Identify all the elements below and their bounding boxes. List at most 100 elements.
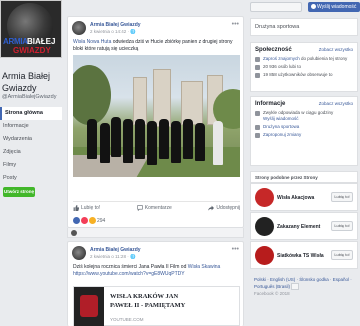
info-send-message-link[interactable]: Wyślij wiadomość [263, 116, 298, 121]
comment-action[interactable]: Komentarze [137, 204, 172, 211]
comment-avatar [71, 230, 77, 236]
avatar[interactable] [72, 246, 86, 260]
language-footer: Polski · English (US) · Ślūnsko godka · … [250, 272, 358, 322]
nav-item-videos[interactable]: Filmy [0, 159, 62, 172]
photo-person [87, 119, 97, 159]
language-list[interactable]: Polski · English (US) · Ślūnsko godka · … [254, 277, 352, 289]
post-header: Armia Białej Gwiazdy 2 kwietnia o 14:42 … [72, 21, 241, 37]
page-action-bar: Wyślij wiadomość [250, 2, 360, 14]
cover-text-3: GWIAZDY [13, 46, 51, 55]
page-title[interactable]: Armia Białej Gwiazdy [2, 70, 62, 94]
similar-page-avatar [255, 246, 274, 265]
similar-page-item[interactable]: Wisła Akacjowa Lubię to! [250, 183, 358, 211]
like-label: Lubię to! [81, 204, 101, 211]
page-category: Drużyna sportowa [250, 18, 358, 36]
similar-page-item[interactable]: Zakazany Element Lubię to! [250, 212, 358, 240]
share-action[interactable]: Udostępnij [208, 204, 240, 211]
photo-person [171, 121, 181, 163]
left-column: ARMIA BIAŁEJ GWIAZDY Armia Białej Gwiazd… [0, 0, 62, 326]
similar-page-item[interactable]: Siatkówka TS Wisła Lubię to! [250, 241, 358, 269]
link-thumbnail [74, 287, 104, 326]
page-profile-picture[interactable]: ARMIA BIAŁEJ GWIAZDY [0, 0, 62, 58]
share-label: Udostępnij [216, 204, 240, 211]
link-thumbnail-art [80, 295, 98, 317]
photo-person [147, 121, 157, 165]
nav-item-posts[interactable]: Posty [0, 172, 62, 185]
like-action[interactable]: Lubię to! [73, 204, 100, 211]
copyright: Facebook © 2018 [254, 291, 290, 297]
similar-page-name[interactable]: Wisła Akacjowa [277, 195, 314, 201]
similar-page-avatar [255, 217, 274, 236]
pencil-icon [255, 132, 260, 138]
add-language-button[interactable] [291, 283, 300, 291]
suggest-edits-link[interactable]: Zaproponuj zmiany [263, 132, 301, 138]
invite-friends-link[interactable]: Zaproś znajomych [263, 56, 300, 61]
post-author[interactable]: Armia Białej Gwiazdy [90, 22, 141, 28]
photo-person [111, 117, 121, 157]
post-date[interactable]: 2 kwietnia o 11:28 · 🌐 [90, 254, 136, 260]
post-header: Armia Białej Gwiazdy 2 kwietnia o 11:28 … [72, 246, 241, 262]
messenger-icon [311, 4, 316, 9]
nav-item-info[interactable]: Informacje [0, 120, 62, 133]
community-see-all[interactable]: Zobacz wszystko [319, 47, 353, 52]
similar-page-like-button[interactable]: Lubię to! [331, 250, 353, 260]
info-row-suggest: Zaproponuj zmiany [251, 131, 357, 139]
link-preview-card[interactable]: WISŁA KRAKÓW JAN PAWEŁ II - PAMIĘTAMY YO… [73, 286, 240, 326]
similar-page-name[interactable]: Siatkówka TS Wisła [277, 253, 324, 259]
photo-person [123, 119, 133, 163]
avatar[interactable] [72, 21, 86, 35]
send-message-button[interactable]: Wyślij wiadomość [308, 2, 360, 12]
create-page-button[interactable]: Utwórz stronę [3, 187, 35, 197]
post-text: Wisła Nowa Huta odwiedza dziś w Hucie zb… [73, 39, 239, 53]
post-body: Dziś kolejna rocznica śmierci Jana Pawła… [73, 264, 188, 270]
link-title: WISŁA KRAKÓW JAN PAWEŁ II - PAMIĘTAMY [110, 293, 186, 309]
page-nav: Strona główna Informacje Wydarzenia Zdję… [0, 107, 62, 198]
globe-icon: 🌐 [129, 254, 136, 259]
post-mention-link[interactable]: Wisła Skawina [188, 264, 221, 270]
page-handle[interactable]: @ArmiaBialejGwiazdy [2, 94, 57, 100]
photo-tree [73, 65, 111, 125]
post-card: Armia Białej Gwiazdy 2 kwietnia o 11:28 … [67, 241, 244, 326]
post-photo[interactable] [73, 55, 240, 177]
more-options-icon[interactable]: ••• [232, 246, 239, 253]
post-date[interactable]: 2 kwietnia o 14:42 · 🌐 [90, 29, 136, 35]
info-box: Informacje Zobacz wszystko Zwykle odpowi… [250, 96, 358, 166]
info-category-link[interactable]: Drużyna sportowa [263, 124, 299, 130]
cover-text-2: BIAŁEJ [27, 37, 56, 46]
post-card: Armia Białej Gwiazdy 2 kwietnia o 14:42 … [67, 16, 244, 228]
like-page-button[interactable] [250, 2, 302, 12]
more-options-icon[interactable]: ••• [232, 21, 239, 28]
info-row-response: Zwykle odpowiada w ciągu godziny Wyślij w… [251, 109, 357, 123]
post-url-link[interactable]: https://www.youtube.com/watch?v=gE8WUqPT… [73, 271, 185, 277]
send-message-label: Wyślij wiadomość [317, 4, 357, 10]
post-author[interactable]: Armia Białej Gwiazdy [90, 247, 141, 253]
photo-person [195, 123, 205, 161]
photo-person [183, 119, 193, 159]
info-row-category: Drużyna sportowa [251, 123, 357, 131]
photo-person [159, 119, 169, 159]
similar-page-name[interactable]: Zakazany Element [277, 224, 320, 230]
nav-item-home[interactable]: Strona główna [0, 107, 62, 120]
info-see-all[interactable]: Zobacz wszystko [319, 101, 353, 106]
similar-page-like-button[interactable]: Lubię to! [331, 221, 353, 231]
community-row-follows: 19 858 użytkowników obserwuje to [251, 71, 357, 79]
post-actions: Lubię to! Komentarze Udostępnij [73, 201, 240, 211]
photo-person [135, 119, 145, 159]
haha-reaction-icon [89, 217, 96, 224]
nav-item-photos[interactable]: Zdjęcia [0, 146, 62, 159]
share-icon [208, 205, 215, 211]
nav-item-events[interactable]: Wydarzenia [0, 133, 62, 146]
link-domain: YOUTUBE.COM [110, 317, 144, 322]
globe-icon: 🌐 [130, 29, 136, 34]
post-mention-link[interactable]: Wisła Nowa Huta [73, 39, 111, 45]
reactions-summary[interactable]: 294 [73, 217, 105, 224]
likes-icon [255, 64, 260, 70]
photo-person [213, 121, 223, 165]
response-time-icon [255, 110, 260, 116]
cover-text-1: ARMIA [3, 37, 28, 46]
comment-icon [137, 204, 143, 211]
comment-label: Komentarze [144, 204, 172, 211]
similar-page-like-button[interactable]: Lubię to! [331, 192, 353, 202]
followers-icon [255, 72, 260, 78]
thumbs-up-icon [73, 204, 79, 211]
